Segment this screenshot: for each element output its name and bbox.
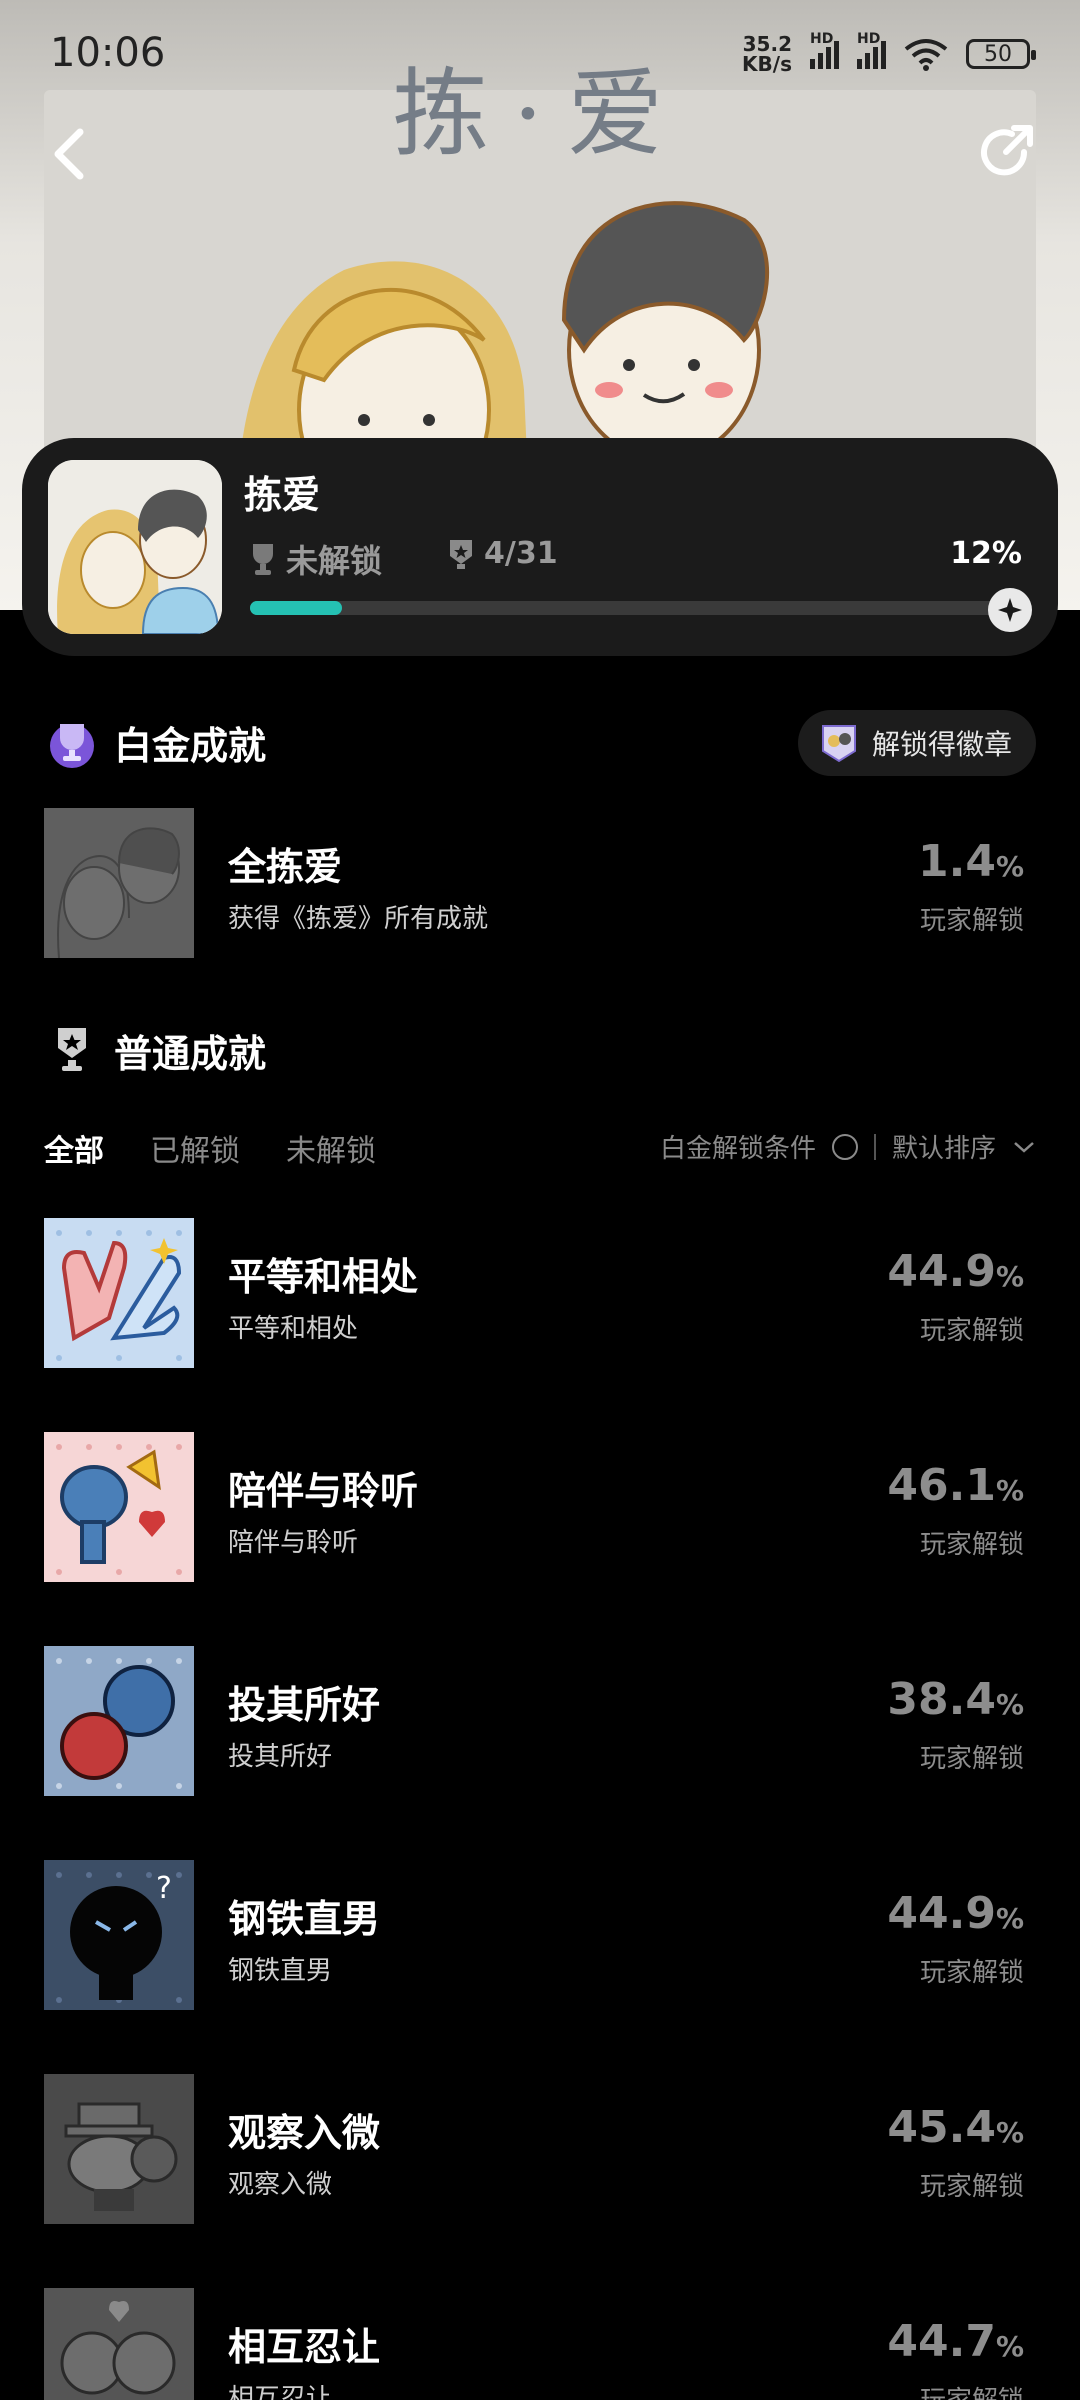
signal-icon: HD <box>857 31 886 69</box>
unlock-rate: 44.9% <box>887 1888 1024 1939</box>
svg-text:?: ? <box>156 1871 172 1906</box>
share-icon[interactable] <box>976 122 1036 182</box>
achievement-desc: 获得《拣爱》所有成就 <box>228 904 489 934</box>
achievement-name: 陪伴与聆听 <box>228 1469 419 1513</box>
tab-all[interactable]: 全部 <box>44 1126 104 1170</box>
achievement-row[interactable]: 陪伴与聆听 陪伴与聆听 46.1% 玩家解锁 <box>44 1432 1036 1582</box>
progress-percent: 12% <box>950 536 1022 571</box>
unlock-rate-label: 玩家解锁 <box>919 1530 1024 1560</box>
achievement-desc: 钢铁直男 <box>228 1956 333 1986</box>
platinum-section-header: 白金成就 <box>44 714 266 770</box>
badge-icon <box>821 725 856 763</box>
achievement-row[interactable]: ? 钢铁直男 钢铁直男 44.9% 玩家解锁 <box>44 1860 1036 2010</box>
signal-icon: HD <box>810 31 839 69</box>
achievement-desc: 平等和相处 <box>228 1314 359 1344</box>
unlock-rate-label: 玩家解锁 <box>919 1744 1024 1774</box>
status-bar: 10:06 35.2 KB/s HD HD 50 <box>0 0 1080 100</box>
lock-status: 未解锁 <box>248 536 382 582</box>
achievement-name: 相互忍让 <box>228 2325 381 2369</box>
achievement-desc: 投其所好 <box>228 1742 333 1772</box>
progress-fill <box>250 601 343 615</box>
game-cover-image <box>48 460 222 634</box>
filter-tabs: 全部 已解锁 未解锁 <box>44 1126 376 1170</box>
achievement-row[interactable]: 观察入微 观察入微 45.4% 玩家解锁 <box>44 2074 1036 2224</box>
status-time: 10:06 <box>50 30 166 76</box>
unlock-rate: 45.4% <box>887 2102 1024 2153</box>
platinum-trophy-icon <box>50 724 94 768</box>
platinum-star-icon <box>988 588 1032 632</box>
achievement-image <box>44 1218 194 1368</box>
achievement-image <box>44 2074 194 2224</box>
divider <box>873 1133 876 1160</box>
unlock-rate: 44.9% <box>887 1246 1024 1297</box>
achievement-name: 投其所好 <box>228 1683 381 1727</box>
achievement-name: 观察入微 <box>228 2111 381 2155</box>
unlock-rate-label: 玩家解锁 <box>919 2172 1024 2202</box>
achievement-image <box>44 1432 194 1582</box>
normal-section-header: 普通成就 <box>44 1022 266 1078</box>
normal-section-title: 普通成就 <box>114 1031 267 1076</box>
unlock-rate: 44.7% <box>887 2316 1024 2367</box>
achievement-desc: 观察入微 <box>228 2170 333 2200</box>
platinum-section-title: 白金成就 <box>114 723 267 768</box>
achievement-image <box>44 1646 194 1796</box>
achievement-image: ? <box>44 1860 194 2010</box>
trophy-icon <box>253 544 273 575</box>
platinum-condition-toggle[interactable]: 白金解锁条件 <box>660 1128 816 1165</box>
achievement-row[interactable]: 投其所好 投其所好 38.4% 玩家解锁 <box>44 1646 1036 1796</box>
unlock-badge-button[interactable]: 解锁得徽章 <box>797 710 1036 776</box>
radio-circle-icon[interactable] <box>831 1133 858 1160</box>
achievement-name: 平等和相处 <box>228 1255 419 1299</box>
trophy-star-icon <box>58 1028 86 1071</box>
unlock-rate-label: 玩家解锁 <box>920 2380 1024 2400</box>
progress-bar <box>250 601 1020 615</box>
game-summary-card: 拣爱 未解锁 4/31 12% <box>22 438 1058 656</box>
battery-icon: 50 <box>966 39 1036 69</box>
sort-controls: 白金解锁条件 默认排序 <box>660 1128 1036 1165</box>
tab-unlocked[interactable]: 已解锁 <box>150 1126 240 1170</box>
platinum-achievement-row[interactable]: 全拣爱 获得《拣爱》所有成就 1.4% 玩家解锁 <box>44 808 1036 958</box>
achievement-desc: 陪伴与聆听 <box>228 1528 359 1558</box>
unlock-rate: 38.4% <box>887 1674 1024 1725</box>
unlock-rate-label: 玩家解锁 <box>919 906 1024 936</box>
sort-dropdown[interactable]: 默认排序 <box>892 1128 996 1165</box>
game-title: 拣爱 <box>244 473 321 517</box>
trophy-count: 4/31 <box>448 536 558 571</box>
unlock-rate: 1.4% <box>917 836 1024 887</box>
achievement-image <box>44 2288 194 2400</box>
achievement-name: 全拣爱 <box>228 845 343 889</box>
achievement-name: 钢铁直男 <box>228 1897 381 1941</box>
achievement-image <box>44 808 194 958</box>
achievement-row[interactable]: 平等和相处 平等和相处 44.9% 玩家解锁 <box>44 1218 1036 1368</box>
unlock-rate: 46.1% <box>887 1460 1024 1511</box>
unlock-rate-label: 玩家解锁 <box>919 1316 1024 1346</box>
back-icon[interactable] <box>46 124 92 184</box>
wifi-icon <box>904 39 948 71</box>
tab-locked[interactable]: 未解锁 <box>286 1126 376 1170</box>
medal-icon <box>450 539 472 569</box>
achievement-row[interactable]: 相互忍让 相互忍让 44.7% 玩家解锁 <box>44 2288 1036 2400</box>
chevron-down-icon[interactable] <box>1012 1139 1036 1155</box>
network-speed: 35.2 KB/s <box>742 32 792 76</box>
unlock-rate-label: 玩家解锁 <box>919 1958 1024 1988</box>
achievement-desc: 相互忍让 <box>228 2384 333 2400</box>
